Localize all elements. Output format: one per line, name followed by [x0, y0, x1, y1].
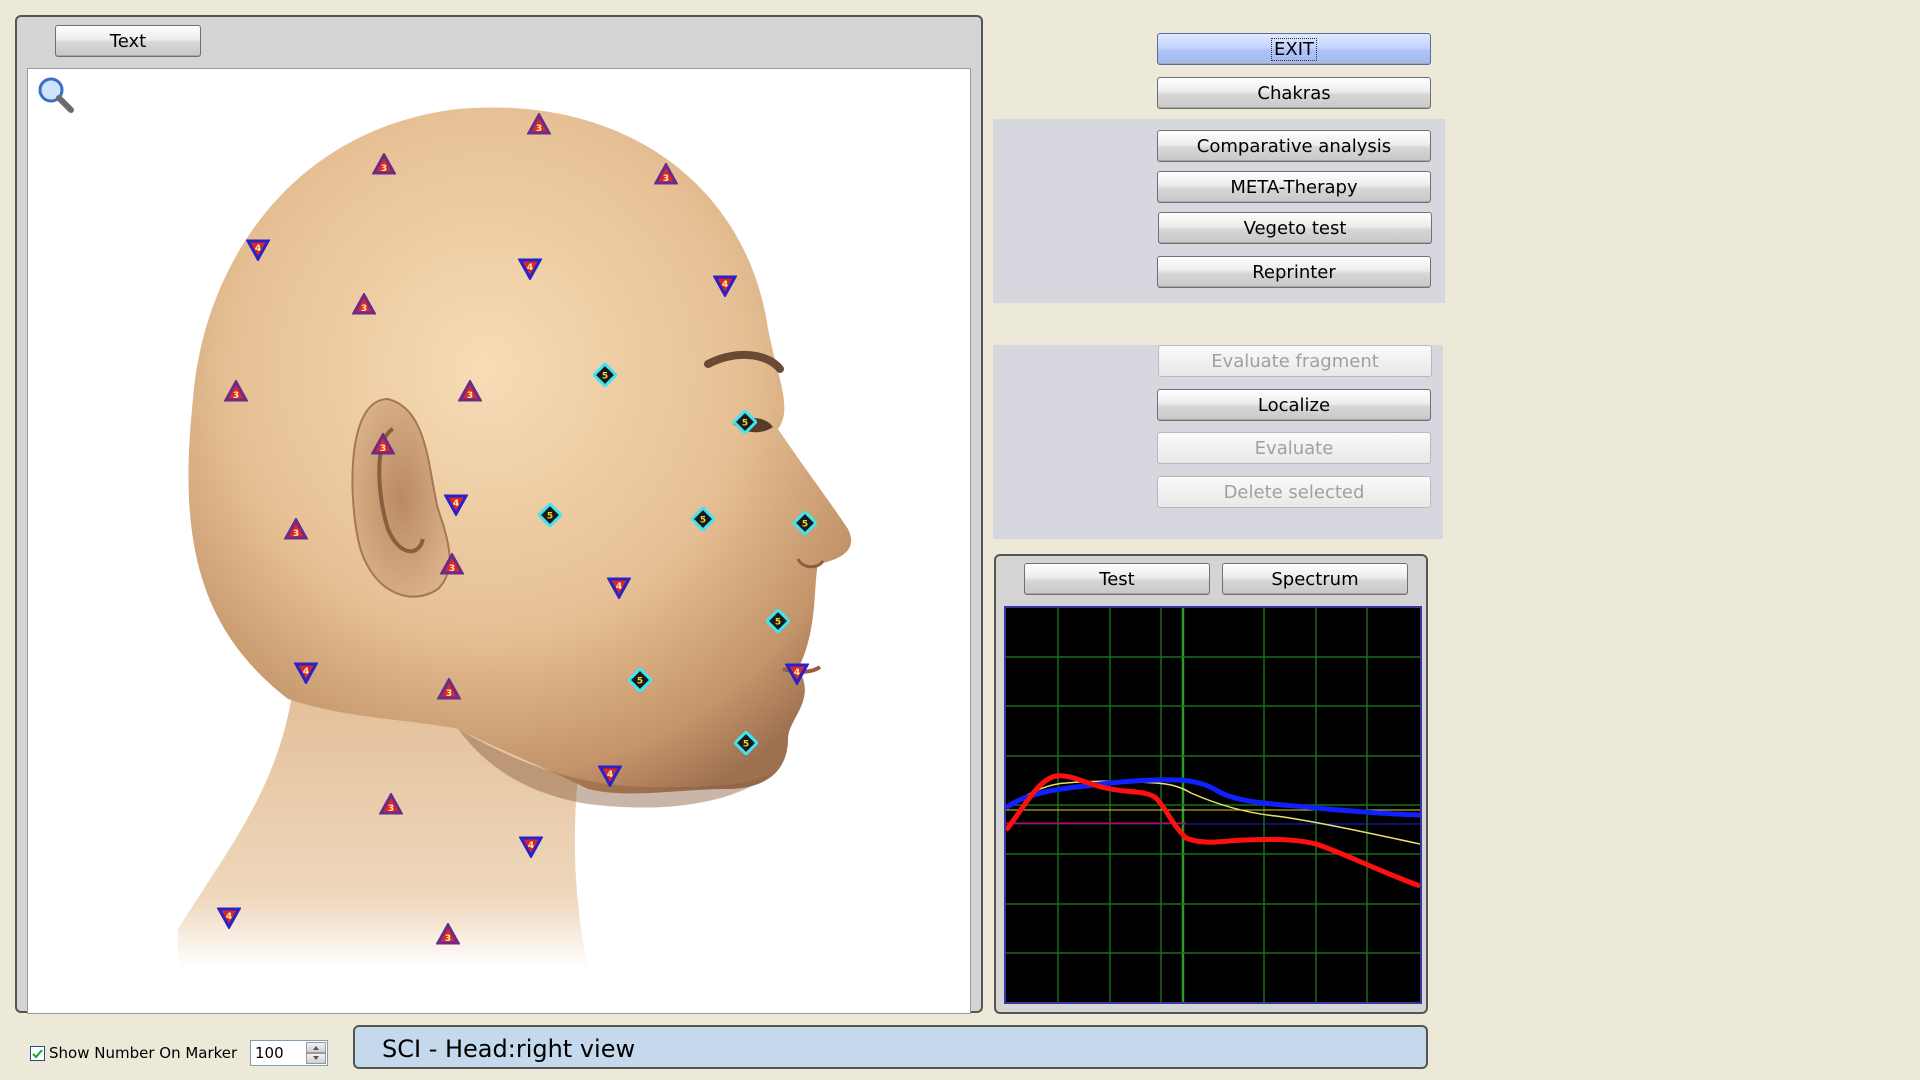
marker-inverted[interactable]: 4 [598, 765, 622, 787]
evaluate-button[interactable]: Evaluate [1157, 432, 1431, 464]
marker-label: 5 [547, 512, 553, 522]
marker-diamond[interactable]: 5 [593, 363, 617, 387]
spectrum-button[interactable]: Spectrum [1222, 563, 1408, 595]
marker-label: 3 [467, 391, 473, 401]
test-button[interactable]: Test [1024, 563, 1210, 595]
marker-inverted[interactable]: 4 [713, 275, 737, 297]
marker-diamond[interactable]: 5 [793, 511, 817, 535]
marker-label: 3 [380, 444, 386, 454]
marker-inverted[interactable]: 4 [217, 907, 241, 929]
marker-label: 3 [293, 529, 299, 539]
exit-button[interactable]: EXIT [1157, 33, 1431, 65]
marker-label: 5 [802, 520, 808, 530]
marker-inverted[interactable]: 4 [294, 662, 318, 684]
marker-diamond[interactable]: 5 [766, 609, 790, 633]
marker-label: 4 [794, 668, 800, 678]
marker-label: 4 [722, 280, 728, 290]
marker-diamond[interactable]: 5 [734, 731, 758, 755]
marker-label: 3 [449, 564, 455, 574]
marker-diamond[interactable]: 5 [628, 668, 652, 692]
marker-label: 5 [743, 740, 749, 750]
marker-inverted[interactable]: 4 [444, 494, 468, 516]
head-illustration [178, 107, 852, 969]
marker-triangle[interactable]: 3 [440, 553, 464, 575]
marker-label: 4 [527, 263, 533, 273]
marker-label: 4 [226, 912, 232, 922]
marker-label: 4 [303, 667, 309, 677]
marker-triangle[interactable]: 3 [371, 433, 395, 455]
evaluate-fragment-button[interactable]: Evaluate fragment [1158, 345, 1432, 377]
text-button[interactable]: Text [55, 25, 201, 57]
marker-label: 4 [453, 499, 459, 509]
marker-triangle[interactable]: 3 [436, 923, 460, 945]
marker-label: 3 [663, 174, 669, 184]
marker-label: 3 [445, 934, 451, 944]
marker-label: 5 [637, 677, 643, 687]
marker-label: 3 [233, 391, 239, 401]
marker-inverted[interactable]: 4 [519, 836, 543, 858]
status-title: SCI - Head:right view [382, 1035, 636, 1063]
marker-diamond[interactable]: 5 [538, 503, 562, 527]
marker-label: 5 [775, 618, 781, 628]
marker-label: 4 [528, 841, 534, 851]
marker-label: 3 [446, 689, 452, 699]
reprinter-button[interactable]: Reprinter [1157, 256, 1431, 288]
marker-label: 3 [536, 124, 542, 134]
magnifier-icon[interactable] [36, 75, 76, 115]
marker-label: 4 [616, 582, 622, 592]
show-number-label[interactable]: Show Number On Marker [49, 1044, 237, 1062]
chakras-button[interactable]: Chakras [1157, 77, 1431, 109]
marker-inverted[interactable]: 4 [246, 239, 270, 261]
head-canvas[interactable]: 3 3 3 3 3 3 3 3 3 3 3 3 4 4 4 4 4 4 4 4 … [27, 68, 971, 1014]
marker-label: 3 [388, 804, 394, 814]
vegeto-test-button[interactable]: Vegeto test [1158, 212, 1432, 244]
localize-button[interactable]: Localize [1157, 389, 1431, 421]
zoom-value: 100 [255, 1044, 284, 1062]
marker-label: 5 [700, 516, 706, 526]
arrow-down-icon [313, 1056, 319, 1060]
marker-label: 5 [742, 419, 748, 429]
show-number-checkbox[interactable] [30, 1046, 45, 1061]
marker-inverted[interactable]: 4 [607, 577, 631, 599]
marker-diamond[interactable]: 5 [691, 507, 715, 531]
marker-triangle[interactable]: 3 [352, 293, 376, 315]
marker-triangle[interactable]: 3 [458, 380, 482, 402]
checkmark-icon [32, 1049, 43, 1059]
marker-triangle[interactable]: 3 [372, 153, 396, 175]
marker-label: 3 [381, 164, 387, 174]
status-title-bar: SCI - Head:right view [353, 1025, 1428, 1069]
marker-label: 4 [255, 244, 261, 254]
marker-triangle[interactable]: 3 [654, 163, 678, 185]
zoom-stepper[interactable]: 100 [250, 1040, 328, 1066]
arrow-up-icon [313, 1046, 319, 1050]
marker-inverted[interactable]: 4 [518, 258, 542, 280]
marker-diamond[interactable]: 5 [733, 410, 757, 434]
exit-label: EXIT [1270, 37, 1318, 61]
delete-selected-button[interactable]: Delete selected [1157, 476, 1431, 508]
meta-therapy-button[interactable]: META-Therapy [1157, 171, 1431, 203]
marker-label: 3 [361, 304, 367, 314]
marker-inverted[interactable]: 4 [785, 663, 809, 685]
comparative-analysis-button[interactable]: Comparative analysis [1157, 130, 1431, 162]
marker-triangle[interactable]: 3 [437, 678, 461, 700]
marker-triangle[interactable]: 3 [379, 793, 403, 815]
marker-triangle[interactable]: 3 [284, 518, 308, 540]
spectrum-graph [1004, 606, 1422, 1004]
marker-triangle[interactable]: 3 [224, 380, 248, 402]
marker-triangle[interactable]: 3 [527, 113, 551, 135]
marker-label: 5 [602, 372, 608, 382]
marker-label: 4 [607, 770, 613, 780]
stepper-down-button[interactable] [306, 1053, 326, 1064]
stepper-up-button[interactable] [306, 1042, 326, 1053]
